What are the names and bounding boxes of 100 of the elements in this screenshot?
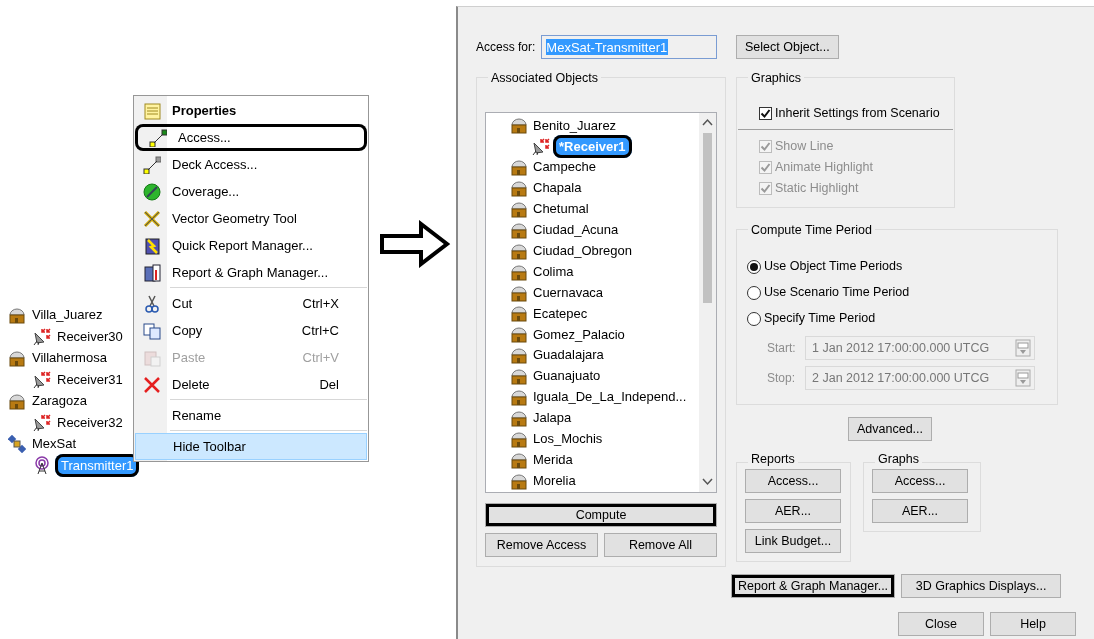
- list-item[interactable]: Benito_Juarez: [531, 115, 619, 136]
- dialog-button[interactable]: Report & Graph Manager...: [731, 573, 896, 598]
- checkbox-label: Animate Highlight: [775, 158, 873, 176]
- list-item[interactable]: Chetumal: [531, 199, 591, 219]
- menu-item[interactable]: Coverage...: [135, 178, 367, 205]
- dish-icon: [33, 370, 51, 389]
- building-icon: [510, 283, 528, 302]
- report-chart-icon: [142, 263, 161, 282]
- copy-icon: [142, 321, 161, 340]
- list-item[interactable]: Gomez_Palacio: [531, 324, 627, 345]
- connector-icon: [142, 155, 161, 174]
- list-item[interactable]: Morelia: [531, 470, 578, 491]
- dialog-button[interactable]: Compute: [485, 503, 717, 527]
- notepad-icon: [142, 101, 161, 120]
- dish-icon: [33, 327, 51, 346]
- menu-item[interactable]: Hide Toolbar: [135, 433, 367, 460]
- menu-item[interactable]: Report & Graph Manager...: [135, 259, 367, 286]
- tree-item[interactable]: Receiver30: [55, 326, 125, 346]
- list-item[interactable]: Cuernavaca: [531, 282, 606, 303]
- dialog-button[interactable]: Advanced...: [848, 416, 932, 441]
- lightning-report-icon: [142, 236, 161, 255]
- radio-button[interactable]: [747, 285, 761, 300]
- tree-item[interactable]: Receiver31: [55, 369, 125, 389]
- dialog-button[interactable]: Access...: [872, 468, 968, 493]
- menu-item[interactable]: Deck Access...: [135, 151, 367, 178]
- radio-button[interactable]: [747, 259, 761, 274]
- list-item[interactable]: Colima: [531, 261, 576, 282]
- list-item[interactable]: Ciudad_Obregon: [531, 241, 635, 261]
- tree-item[interactable]: Villahermosa: [30, 348, 109, 368]
- building-icon: [510, 304, 528, 323]
- dialog-button[interactable]: Link Budget...: [745, 528, 841, 553]
- dish-icon: [33, 413, 51, 432]
- list-item[interactable]: Ecatepec: [531, 303, 590, 324]
- tree-item[interactable]: Zaragoza: [30, 391, 89, 411]
- menu-item[interactable]: Properties: [135, 97, 367, 124]
- dialog-button[interactable]: Select Object...: [736, 35, 839, 59]
- satellite-icon: [8, 434, 26, 453]
- dialog-button[interactable]: 3D Graphics Displays...: [901, 573, 1062, 598]
- building-icon: [510, 367, 528, 386]
- building-icon: [510, 346, 528, 365]
- scissors-icon: [142, 294, 161, 313]
- list-item[interactable]: Jalapa: [531, 408, 574, 428]
- list-item[interactable]: Merida: [531, 449, 575, 470]
- building-icon: [8, 391, 26, 410]
- menu-item[interactable]: Rename: [135, 402, 367, 429]
- menu-item[interactable]: Access...: [135, 124, 367, 151]
- building-icon: [510, 429, 528, 448]
- dialog-button[interactable]: Close: [898, 611, 984, 636]
- right-arrow-shape: [379, 220, 451, 268]
- radio-label: Use Scenario Time Period: [764, 284, 910, 302]
- dialog-button[interactable]: AER...: [745, 498, 841, 523]
- tree-item[interactable]: Receiver32: [55, 412, 125, 432]
- building-icon: [510, 262, 528, 281]
- building-icon: [8, 348, 26, 367]
- building-icon: [8, 305, 26, 324]
- dialog-button[interactable]: Access...: [745, 468, 841, 493]
- building-icon: [510, 471, 528, 490]
- list-item[interactable]: Iguala_De_La_Independ...: [531, 387, 689, 407]
- checkbox[interactable]: [759, 106, 772, 120]
- list-item[interactable]: Campeche: [531, 157, 598, 177]
- menu-item[interactable]: Copy Ctrl+C: [135, 317, 367, 344]
- list-item[interactable]: Guanajuato: [531, 366, 603, 386]
- connector-icon: [148, 128, 167, 147]
- radio-label: Use Object Time Periods: [764, 258, 903, 276]
- list-item[interactable]: Los_Mochis: [531, 429, 605, 449]
- menu-item[interactable]: Delete Del: [135, 371, 367, 398]
- tree-item[interactable]: Villa_Juarez: [30, 305, 105, 325]
- globe-icon: [142, 182, 161, 201]
- building-icon: [510, 220, 528, 239]
- clipboard-icon: [142, 348, 161, 367]
- dialog-button[interactable]: AER...: [872, 498, 968, 523]
- building-icon: [510, 241, 528, 260]
- radio-button[interactable]: [747, 311, 761, 326]
- menu-item[interactable]: Quick Report Manager...: [135, 232, 367, 259]
- checkbox-label: Inherit Settings from Scenario: [775, 105, 940, 122]
- checkbox-label: Show Line: [775, 137, 834, 155]
- list-item[interactable]: Ciudad_Acuna: [531, 220, 621, 240]
- dialog-button[interactable]: Help: [990, 611, 1076, 636]
- list-item[interactable]: Guadalajara: [531, 345, 606, 365]
- field-label: Stop:: [767, 369, 797, 387]
- antenna-icon: [33, 456, 51, 475]
- building-icon: [510, 179, 528, 198]
- checkbox-label: Static Highlight: [775, 179, 859, 197]
- field-label: Access for:: [476, 39, 536, 56]
- field-label: Start:: [767, 339, 797, 357]
- building-icon: [510, 116, 528, 135]
- dialog-button[interactable]: Remove All: [604, 533, 717, 557]
- building-icon: [510, 325, 528, 344]
- building-icon: [510, 408, 528, 427]
- dish-icon: [532, 137, 550, 156]
- menu-item[interactable]: Vector Geometry Tool: [135, 205, 367, 232]
- delete-icon: [142, 375, 161, 394]
- building-icon: [510, 450, 528, 469]
- building-icon: [510, 200, 528, 218]
- list-item[interactable]: Chapala: [531, 178, 584, 198]
- menu-item[interactable]: Cut Ctrl+X: [135, 290, 367, 317]
- tree-item[interactable]: MexSat: [30, 434, 79, 454]
- radio-label: Specify Time Period: [764, 310, 876, 328]
- building-icon: [510, 388, 528, 406]
- dialog-button[interactable]: Remove Access: [485, 533, 598, 557]
